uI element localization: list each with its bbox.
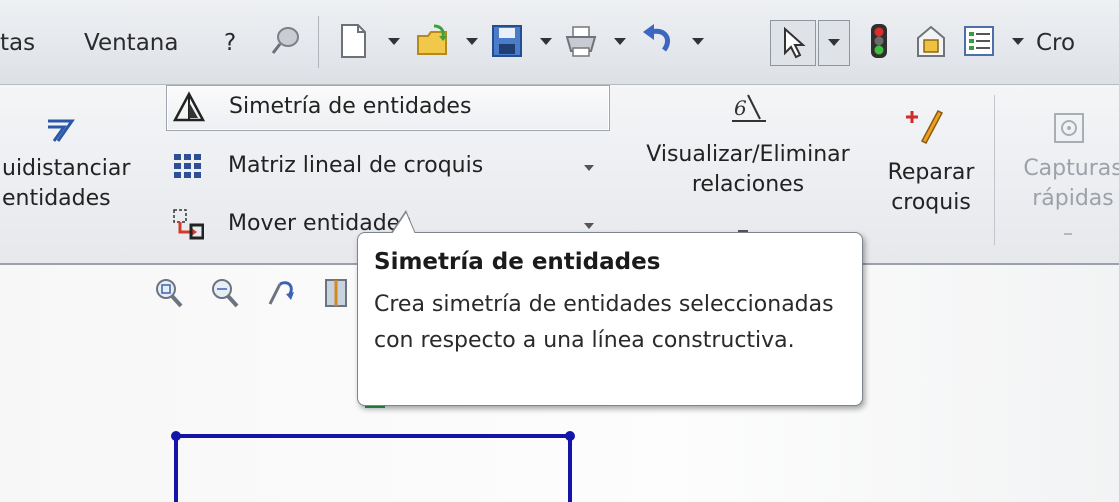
- display-delete-relations-icon[interactable]: 6: [728, 93, 768, 127]
- file-properties-icon[interactable]: [914, 22, 948, 60]
- ribbon-separator: [994, 95, 995, 245]
- previous-view-icon[interactable]: [266, 276, 296, 310]
- toolbar-separator: [318, 16, 319, 68]
- new-document-icon[interactable]: [336, 22, 370, 60]
- sketch-point[interactable]: [565, 431, 575, 441]
- linear-pattern-button[interactable]: Matriz lineal de croquis: [166, 145, 608, 189]
- section-view-icon[interactable]: [322, 276, 352, 310]
- tooltip-body: Crea simetría de entidades seleccionadas…: [374, 292, 834, 353]
- options-dropdown-arrow[interactable]: [1012, 38, 1024, 45]
- tooltip-title: Simetría de entidades: [374, 249, 661, 275]
- undo-dropdown-arrow[interactable]: [692, 38, 704, 45]
- pointer-icon: [784, 26, 806, 59]
- sketch-geometry[interactable]: [150, 390, 590, 502]
- select-button[interactable]: [770, 20, 816, 66]
- open-folder-icon[interactable]: [416, 22, 450, 60]
- quick-snaps-dropdown[interactable]: [1064, 233, 1072, 235]
- undo-icon[interactable]: [640, 22, 674, 60]
- repair-sketch-icon[interactable]: [904, 105, 944, 145]
- open-dropdown-arrow[interactable]: [466, 38, 478, 45]
- offset-entities-icon[interactable]: [44, 115, 78, 149]
- repair-sketch-label-2[interactable]: croquis: [876, 189, 986, 217]
- offset-entities-label-2[interactable]: entidades: [2, 185, 111, 213]
- zoom-to-area-icon[interactable]: [210, 276, 240, 310]
- move-entities-icon: [173, 209, 204, 240]
- mirror-entities-button[interactable]: Simetría de entidades: [166, 85, 610, 131]
- linear-pattern-dropdown[interactable]: [584, 165, 594, 171]
- menu-ventana[interactable]: Ventana: [84, 30, 178, 56]
- options-icon[interactable]: [962, 22, 996, 60]
- menu-help[interactable]: ?: [224, 30, 236, 56]
- display-delete-relations-label-2[interactable]: relaciones: [624, 171, 872, 199]
- pin-icon[interactable]: [268, 22, 302, 60]
- repair-sketch-label-1[interactable]: Reparar: [876, 159, 986, 187]
- document-title: Cro: [1036, 30, 1076, 56]
- menu-herramientas[interactable]: tas: [0, 30, 35, 56]
- print-dropdown-arrow[interactable]: [614, 38, 626, 45]
- offset-entities-label-1[interactable]: uidistanciar: [2, 155, 130, 183]
- linear-pattern-icon: [174, 154, 201, 178]
- sketch-point[interactable]: [171, 431, 181, 441]
- new-dropdown-arrow[interactable]: [388, 38, 400, 45]
- menu-bar: tas Ventana ? Cro: [0, 0, 1119, 85]
- print-icon[interactable]: [564, 22, 598, 60]
- save-icon[interactable]: [490, 22, 524, 60]
- zoom-to-fit-icon[interactable]: [154, 276, 184, 310]
- quick-snaps-label-2[interactable]: rápidas: [1008, 185, 1119, 213]
- quick-snaps-icon[interactable]: [1052, 111, 1086, 145]
- save-dropdown-arrow[interactable]: [540, 38, 552, 45]
- svg-text:6: 6: [734, 96, 747, 120]
- mirror-entities-icon: [173, 91, 205, 122]
- move-entities-dropdown[interactable]: [584, 223, 594, 229]
- display-delete-relations-label-1[interactable]: Visualizar/Eliminar: [624, 141, 872, 169]
- tooltip: Simetría de entidades Crea simetría de e…: [357, 232, 863, 406]
- tooltip-pointer-fill: [392, 213, 415, 234]
- quick-snaps-label-1[interactable]: Capturas: [1008, 155, 1119, 183]
- linear-pattern-label: Matriz lineal de croquis: [228, 153, 484, 178]
- mirror-entities-label: Simetría de entidades: [229, 94, 472, 119]
- select-dropdown-arrow: [828, 39, 840, 46]
- select-dropdown[interactable]: [818, 20, 850, 66]
- rebuild-icon[interactable]: [862, 22, 896, 60]
